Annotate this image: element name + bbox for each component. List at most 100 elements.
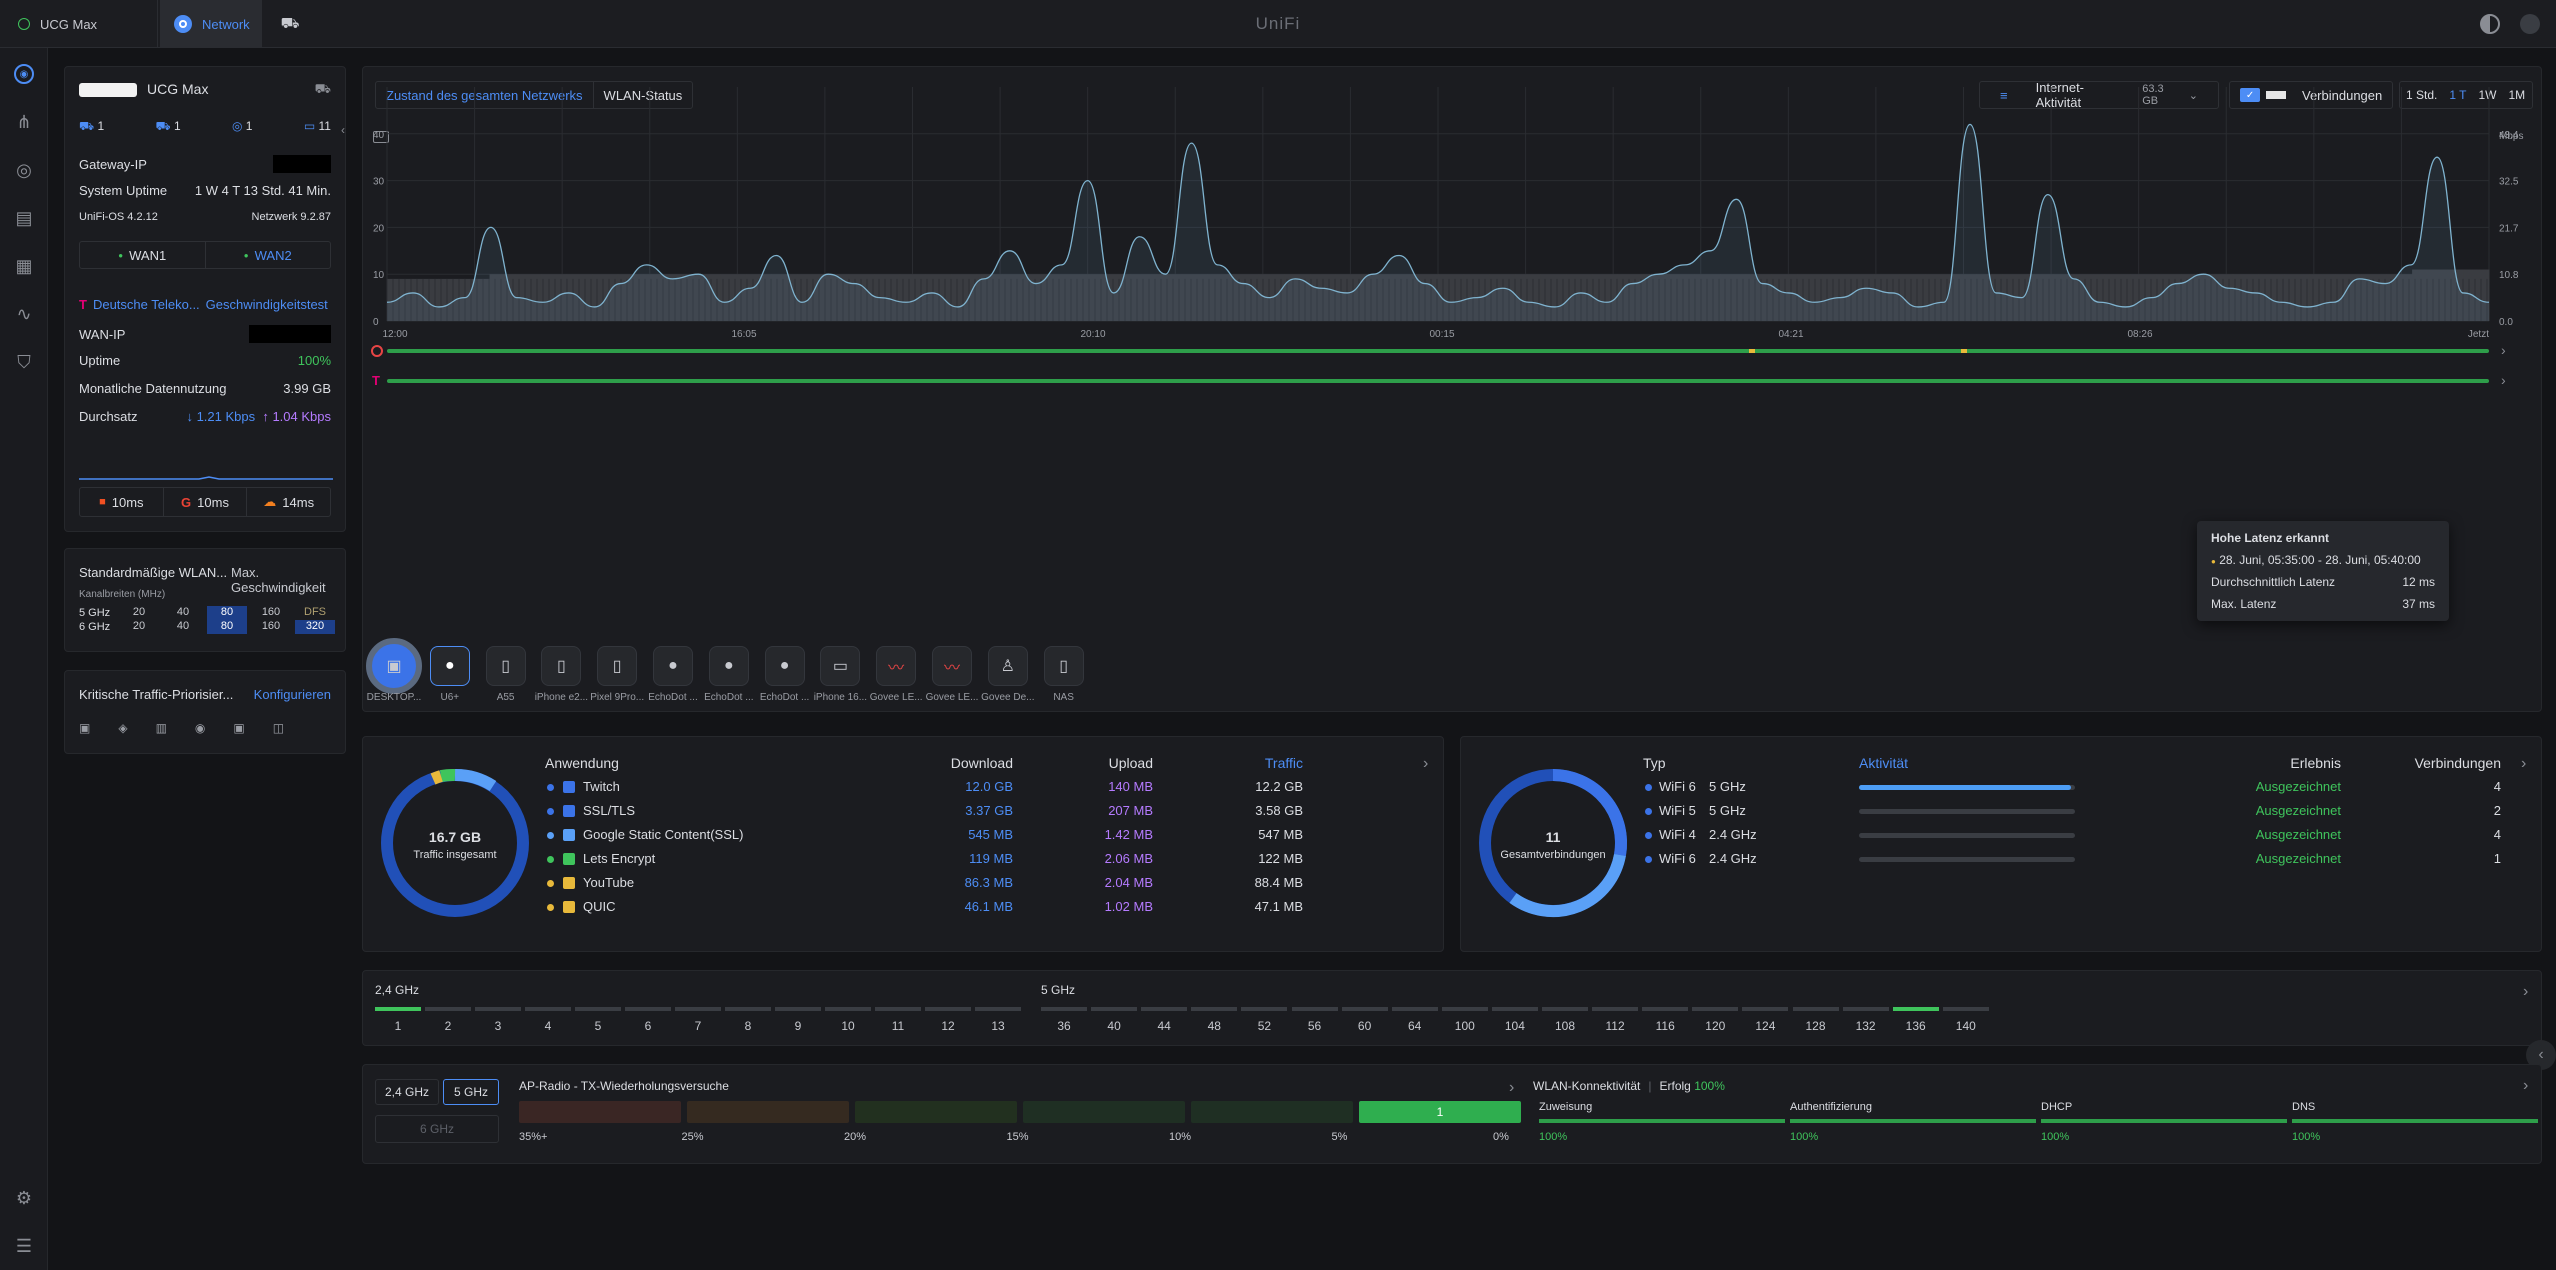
device-tile[interactable]: ▭ (820, 646, 861, 686)
retry-label: 10% (1169, 1131, 1192, 1143)
channel-width-option[interactable]: 80 (207, 606, 247, 620)
wlan-title[interactable]: Standardmäßige WLAN... (79, 565, 227, 580)
col-traffic[interactable]: Traffic (1203, 755, 1303, 771)
device-tile[interactable]: ● (764, 646, 805, 686)
channel-label[interactable]: 3 (478, 1019, 518, 1033)
device-tile[interactable]: ▯ (1043, 646, 1084, 686)
device-tile[interactable]: ▣ (366, 638, 422, 694)
theme-toggle-icon[interactable] (2480, 14, 2500, 34)
channel-label[interactable]: 100 (1445, 1019, 1485, 1033)
channel-label[interactable]: 44 (1144, 1019, 1184, 1033)
channel-label[interactable]: 1 (378, 1019, 418, 1033)
car-icon[interactable]: ⛟ (315, 81, 331, 99)
channel-width-option[interactable]: 320 (295, 620, 335, 634)
channel-width-option[interactable]: 160 (251, 606, 291, 620)
device-tile[interactable]: ● (653, 646, 693, 686)
device-tile[interactable]: ● (708, 646, 749, 686)
topology-icon[interactable]: ⋔ (14, 112, 34, 132)
channel-label[interactable]: 10 (828, 1019, 868, 1033)
band-5-button[interactable]: 5 GHz (443, 1079, 499, 1105)
device-tile[interactable]: ● (429, 646, 470, 686)
network-version[interactable]: Netzwerk 9.2.87 (252, 211, 331, 223)
channel-width-option[interactable]: 20 (119, 620, 159, 634)
channel-label[interactable]: 128 (1796, 1019, 1836, 1033)
channel-width-option[interactable]: 20 (119, 606, 159, 620)
retry-label: 5% (1331, 1131, 1348, 1143)
chevron-right-icon: › (2501, 372, 2506, 388)
app-upload: 207 MB (1108, 803, 1153, 818)
channel-label[interactable]: 132 (1846, 1019, 1886, 1033)
usage-label: Monatliche Datennutzung (79, 381, 227, 396)
device-label: U6+ (440, 692, 460, 703)
col-upload: Upload (1108, 755, 1153, 771)
channel-label[interactable]: 48 (1194, 1019, 1234, 1033)
channel-label[interactable]: 60 (1345, 1019, 1385, 1033)
avatar[interactable] (2520, 14, 2540, 34)
channel-label[interactable]: 36 (1044, 1019, 1084, 1033)
channel-width-option[interactable]: 160 (251, 620, 291, 634)
channel-width-option[interactable]: 80 (207, 620, 247, 634)
os-version[interactable]: UniFi-OS 4.2.12 (79, 211, 158, 223)
insights-icon[interactable]: ∿ (14, 304, 34, 324)
wlan-panel: Standardmäßige WLAN... Max. Geschwindigk… (64, 548, 346, 652)
chevron-right-icon[interactable]: › (1423, 755, 1428, 773)
channel-label[interactable]: 112 (1595, 1019, 1635, 1033)
channel-label[interactable]: 40 (1094, 1019, 1134, 1033)
channel-label[interactable]: 13 (978, 1019, 1018, 1033)
channel-label[interactable]: 6 (628, 1019, 668, 1033)
app-traffic: 12.2 GB (1255, 779, 1303, 794)
speedtest-link[interactable]: Geschwindigkeitstest (206, 297, 328, 312)
device-tile[interactable]: ▯ (597, 646, 638, 686)
channel-label[interactable]: 124 (1745, 1019, 1785, 1033)
channel-width-option[interactable]: 40 (163, 606, 203, 620)
band-24-button[interactable]: 2,4 GHz (375, 1079, 439, 1105)
band-6-button[interactable]: 6 GHz (375, 1115, 499, 1143)
channel-label[interactable]: 7 (678, 1019, 718, 1033)
configure-link[interactable]: Konfigurieren (254, 687, 331, 702)
channel-width-option[interactable]: 40 (163, 620, 203, 634)
wan2-button[interactable]: ● WAN2 (206, 242, 331, 268)
channel-label[interactable]: 9 (778, 1019, 818, 1033)
channel-label[interactable]: 56 (1295, 1019, 1335, 1033)
settings-gear-icon[interactable]: ⚙ (14, 1188, 34, 1208)
channel-label[interactable]: 104 (1495, 1019, 1535, 1033)
channel-label[interactable]: 52 (1244, 1019, 1284, 1033)
chevron-right-icon[interactable]: › (2523, 983, 2528, 1001)
tab-network[interactable]: Network (160, 0, 262, 48)
channel-label[interactable]: 2 (428, 1019, 468, 1033)
statistics-icon[interactable]: ▦ (14, 256, 34, 276)
wifi-band: 5 GHz (1709, 779, 1746, 794)
wifi-band: 2.4 GHz (1709, 851, 1757, 866)
col-activity[interactable]: Aktivität (1859, 755, 1908, 771)
chevron-right-icon[interactable]: › (1509, 1079, 1514, 1097)
device-tile[interactable]: 〰 (876, 646, 917, 686)
security-shield-icon[interactable]: ⛉ (14, 352, 34, 372)
channel-width-option[interactable]: DFS (295, 606, 335, 620)
device-tile[interactable]: 〰 (932, 646, 972, 686)
channel-label[interactable]: 11 (878, 1019, 918, 1033)
devices-icon[interactable]: ◎ (14, 160, 34, 180)
channel-label[interactable]: 8 (728, 1019, 768, 1033)
clients-icon[interactable]: ▤ (14, 208, 34, 228)
channel-label[interactable]: 116 (1645, 1019, 1685, 1033)
channel-label[interactable]: 120 (1695, 1019, 1735, 1033)
channel-label[interactable]: 108 (1545, 1019, 1585, 1033)
logs-icon[interactable]: ☰ (14, 1236, 34, 1256)
channel-label[interactable]: 4 (528, 1019, 568, 1033)
chevron-right-icon[interactable]: › (2521, 755, 2526, 773)
device-tile[interactable]: ▯ (541, 646, 582, 686)
tab-protect[interactable]: ⛟ (270, 0, 310, 48)
wlan-band-label: 5 GHz (79, 607, 111, 619)
channel-label[interactable]: 136 (1896, 1019, 1936, 1033)
device-tile[interactable]: ▯ (485, 646, 526, 686)
channel-label[interactable]: 64 (1395, 1019, 1435, 1033)
collapse-chevron-icon[interactable]: ‹ (341, 123, 345, 137)
device-tile[interactable]: ♙ (987, 646, 1028, 686)
tab-device[interactable]: UCG Max (0, 0, 158, 48)
channel-label[interactable]: 12 (928, 1019, 968, 1033)
dashboard-icon[interactable]: ◉ (14, 64, 34, 84)
channel-label[interactable]: 140 (1946, 1019, 1986, 1033)
wan1-button[interactable]: ● WAN1 (80, 242, 206, 268)
chevron-right-icon[interactable]: › (2523, 1077, 2528, 1095)
channel-label[interactable]: 5 (578, 1019, 618, 1033)
